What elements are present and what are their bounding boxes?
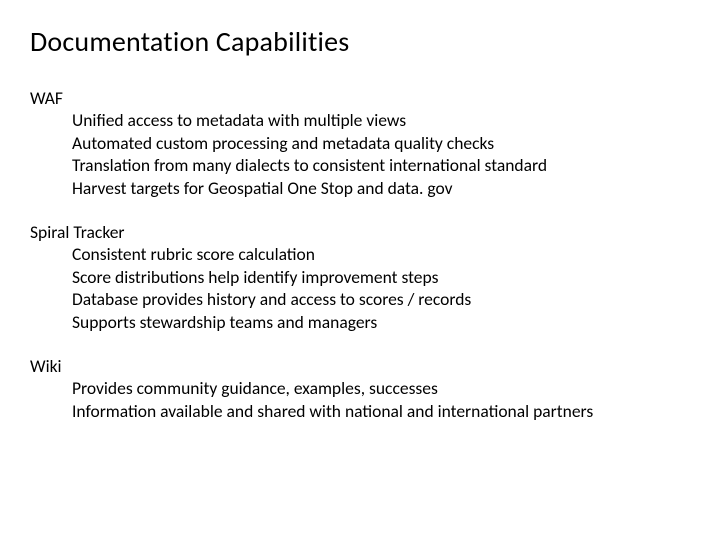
section-heading: Wiki [30, 355, 690, 377]
section-item: Information available and shared with na… [30, 400, 690, 422]
section-heading: WAF [30, 87, 690, 109]
slide: Documentation Capabilities WAF Unified a… [0, 0, 720, 540]
section-wiki: Wiki Provides community guidance, exampl… [30, 355, 690, 422]
section-item: Supports stewardship teams and managers [30, 311, 690, 333]
section-item: Score distributions help identify improv… [30, 266, 690, 288]
section-heading: Spiral Tracker [30, 221, 690, 243]
section-item: Translation from many dialects to consis… [30, 154, 690, 176]
section-item: Consistent rubric score calculation [30, 243, 690, 265]
section-item: Provides community guidance, examples, s… [30, 377, 690, 399]
section-item: Harvest targets for Geospatial One Stop … [30, 177, 690, 199]
slide-title: Documentation Capabilities [30, 24, 690, 59]
section-item: Automated custom processing and metadata… [30, 132, 690, 154]
section-item: Unified access to metadata with multiple… [30, 109, 690, 131]
section-item: Database provides history and access to … [30, 288, 690, 310]
section-waf: WAF Unified access to metadata with mult… [30, 87, 690, 199]
section-spiral-tracker: Spiral Tracker Consistent rubric score c… [30, 221, 690, 333]
